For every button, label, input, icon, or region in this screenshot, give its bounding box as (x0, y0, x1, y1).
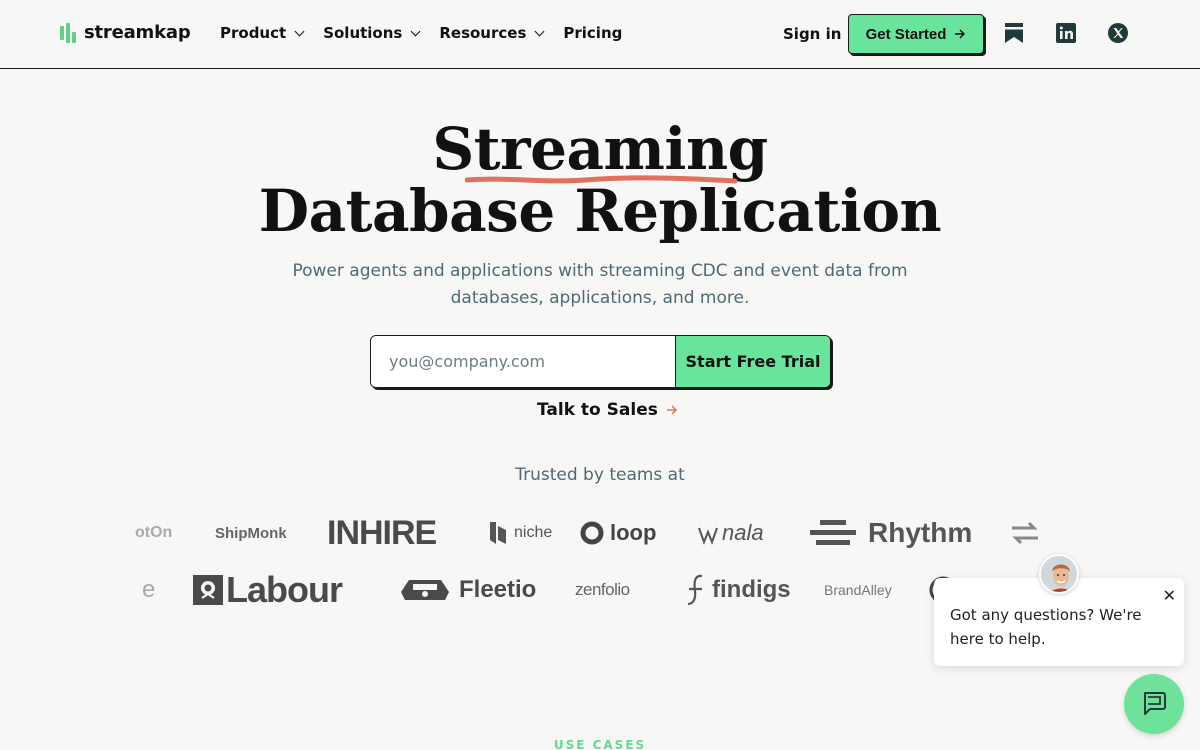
main-nav: Product Solutions Resources Pricing (220, 24, 642, 42)
nav-pricing-label: Pricing (563, 24, 623, 42)
get-started-button[interactable]: Get Started (848, 14, 984, 54)
chat-launcher-button[interactable] (1124, 674, 1184, 734)
brand-logo-shipmonk: ShipMonk (215, 524, 287, 542)
nala-hand-icon (698, 527, 718, 545)
chevron-down-icon (410, 26, 421, 36)
arrows-mark-icon (1012, 521, 1038, 545)
x-twitter-icon[interactable] (1107, 22, 1129, 44)
linkedin-icon[interactable] (1055, 22, 1077, 44)
chevron-down-icon (534, 26, 545, 36)
brand-logo-rhythm: Rhythm (810, 508, 972, 558)
brand-logo-nala: nala (696, 508, 764, 558)
brand-logo-findigs: findigs (684, 565, 791, 615)
brand-logo-inhire: INHIRE (327, 513, 437, 552)
rhythm-bars-icon (810, 520, 856, 545)
brand-logo-hotjar-partial: otOn (135, 524, 173, 541)
nav-product[interactable]: Product (220, 24, 305, 42)
findigs-f-icon (687, 574, 703, 606)
get-started-label: Get Started (865, 25, 947, 43)
chat-greeting-text: Got any questions? We're here to help. (950, 606, 1142, 648)
logo-mark-icon (60, 22, 80, 43)
brand-logo-partial-e: e (142, 576, 156, 603)
customer-logos-row-2: e Labour Fleetio zenfolio findigs BrandA… (130, 565, 1060, 615)
nav-resources[interactable]: Resources (439, 24, 545, 42)
site-header: streamkap Product Solutions Resources Pr… (0, 0, 1200, 69)
streamkap-logo[interactable]: streamkap (60, 22, 191, 43)
signup-form: Start Free Trial (370, 335, 831, 388)
talk-to-sales-link[interactable]: Talk to Sales (537, 400, 678, 420)
nav-product-label: Product (220, 24, 287, 42)
labour-rose-icon (193, 575, 223, 605)
use-cases-section-label: USE CASES (553, 738, 647, 750)
niche-mark-icon (490, 522, 506, 544)
brand-logo-partial-arrows (1010, 508, 1040, 558)
nav-pricing[interactable]: Pricing (563, 24, 622, 42)
subtitle-line2: databases, applications, and more. (450, 288, 750, 308)
hero-subtitle: Power agents and applications with strea… (290, 258, 910, 312)
nav-solutions[interactable]: Solutions (323, 24, 421, 42)
loop-ring-icon (580, 521, 604, 545)
close-icon[interactable]: ✕ (1163, 584, 1176, 608)
chat-bubble-icon (1144, 692, 1166, 715)
chevron-down-icon (294, 26, 305, 36)
bookmark-icon[interactable] (1003, 22, 1025, 44)
nav-resources-label: Resources (439, 24, 527, 42)
start-free-trial-button[interactable]: Start Free Trial (675, 336, 830, 387)
brand-logo-brandalley: BrandAlley (824, 582, 892, 598)
arrow-right-icon (666, 405, 677, 415)
brand-logo-niche: niche (488, 508, 552, 558)
support-agent-avatar (1039, 554, 1079, 594)
sign-in-link[interactable]: Sign in (783, 25, 841, 43)
arrow-right-icon (955, 29, 966, 39)
nav-solutions-label: Solutions (323, 24, 403, 42)
subtitle-line1: Power agents and applications with strea… (292, 261, 908, 281)
trusted-by-label: Trusted by teams at (515, 465, 685, 485)
brand-logo-labour: Labour (192, 565, 343, 615)
fleetio-car-icon (401, 580, 449, 600)
talk-to-sales-label: Talk to Sales (537, 400, 658, 420)
hero-title-line2: Database Replication (258, 177, 942, 245)
brand-logo-loop: loop (580, 508, 656, 558)
email-input[interactable] (371, 336, 675, 387)
hero-title-line1: Streaming (432, 115, 768, 183)
customer-logos-row-1: otOn ShipMonk INHIRE niche loop nala Rhy… (130, 508, 1060, 558)
brand-logo-fleetio: Fleetio (397, 565, 536, 615)
brand-logo-zenfolio: zenfolio (575, 580, 630, 599)
logo-text: streamkap (84, 22, 191, 43)
